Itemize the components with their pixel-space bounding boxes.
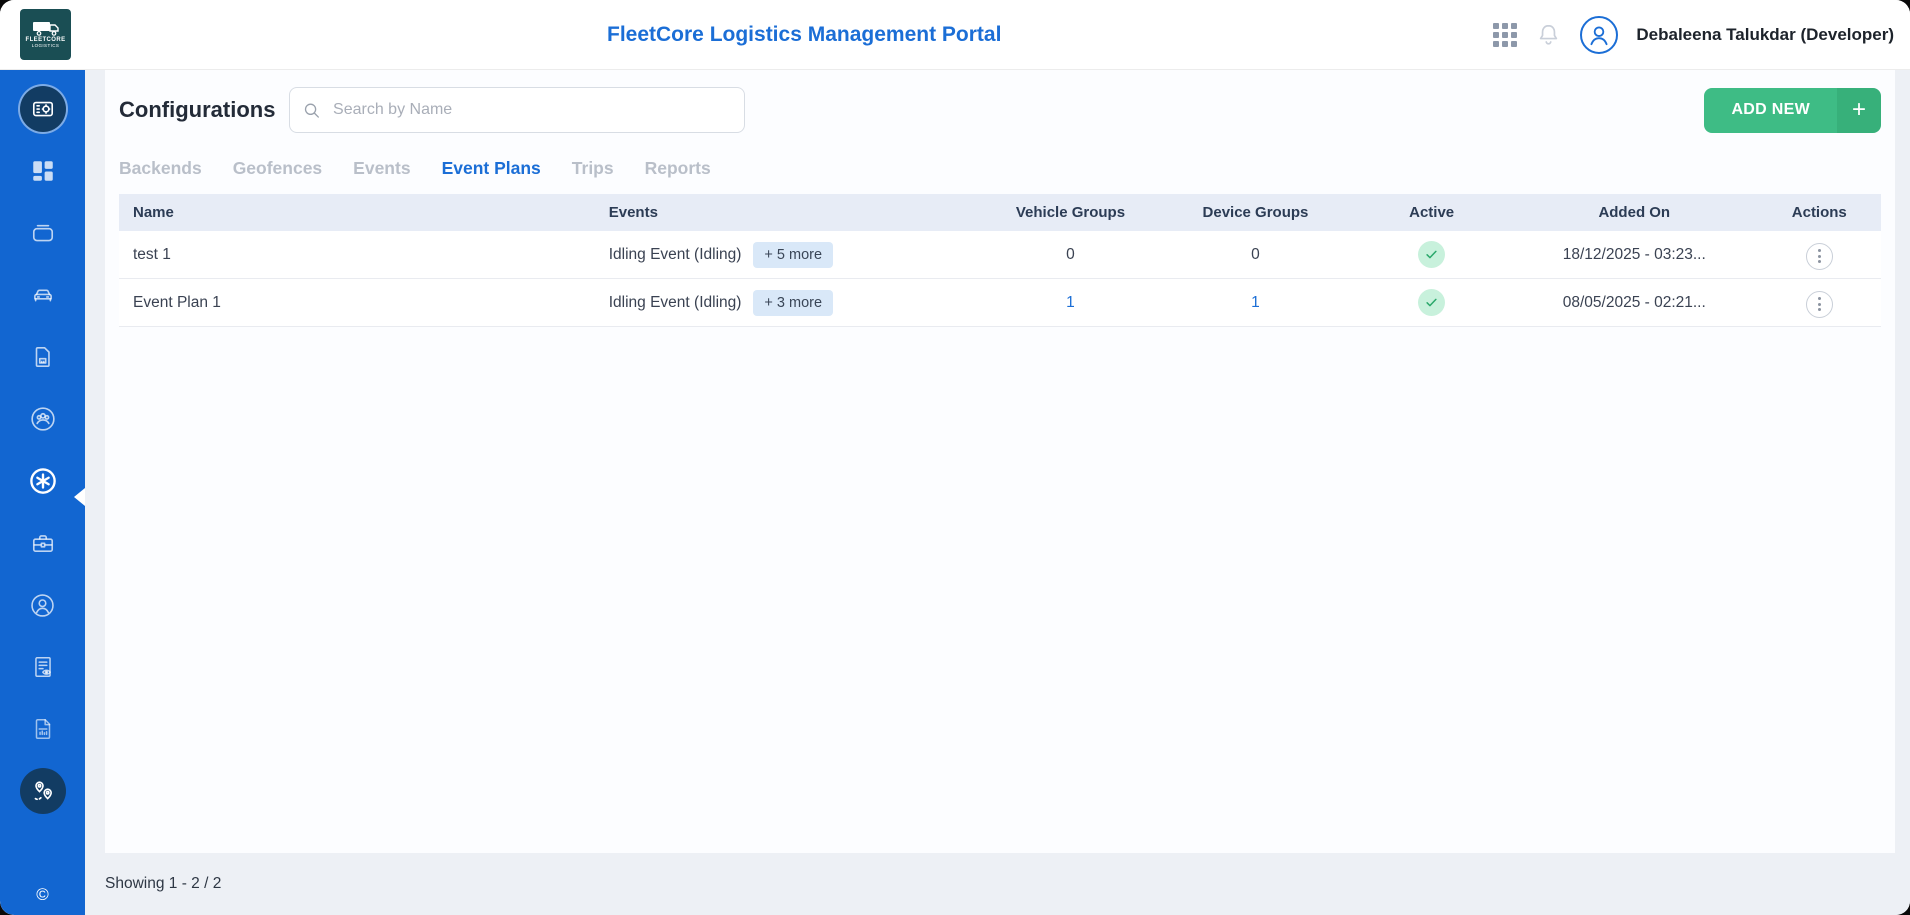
trips-pins-icon	[20, 768, 66, 814]
sidebar-item-trips[interactable]	[0, 760, 85, 822]
add-new-button[interactable]: ADD NEW +	[1704, 88, 1881, 133]
tab-backends[interactable]: Backends	[119, 158, 202, 179]
device-groups-link[interactable]: 1	[1159, 294, 1353, 312]
account-person-icon	[29, 592, 56, 619]
table-row[interactable]: Event Plan 1 Idling Event (Idling) + 3 m…	[119, 279, 1881, 327]
active-check-icon	[1418, 289, 1445, 316]
user-avatar-icon[interactable]	[1580, 16, 1618, 54]
event-plans-table: Name Events Vehicle Groups Device Groups…	[119, 194, 1881, 327]
row-actions	[1758, 287, 1881, 318]
add-new-label: ADD NEW	[1704, 88, 1837, 133]
sidebar-item-configurations[interactable]	[0, 450, 85, 512]
row-name: test 1	[119, 246, 595, 264]
row-name: Event Plan 1	[119, 294, 595, 312]
document-eye-icon	[30, 654, 56, 680]
device-groups-count: 0	[1159, 246, 1353, 264]
dashboard-icon	[30, 158, 56, 184]
search-input[interactable]	[331, 100, 732, 120]
header-right-cluster: Debaleena Talukdar (Developer)	[1493, 16, 1894, 54]
logo-text-line2: LOGISTICS	[32, 43, 60, 48]
table-header-row: Name Events Vehicle Groups Device Groups…	[119, 194, 1881, 231]
plus-icon: +	[1837, 88, 1881, 133]
active-status	[1352, 241, 1511, 268]
row-events: Idling Event (Idling) + 3 more	[595, 290, 983, 316]
col-header-actions: Actions	[1758, 204, 1881, 221]
col-header-events: Events	[595, 204, 983, 221]
added-on-date: 08/05/2025 - 02:21...	[1511, 294, 1758, 312]
active-status	[1352, 289, 1511, 316]
brand-logo[interactable]: FLEETCORE LOGISTICS	[20, 9, 71, 60]
tab-event-plans[interactable]: Event Plans	[442, 158, 541, 179]
search-icon	[302, 100, 322, 121]
sidebar-item-dashboard[interactable]	[0, 140, 85, 202]
sidebar-item-sim-cards[interactable]	[0, 326, 85, 388]
tab-geofences[interactable]: Geofences	[233, 158, 322, 179]
control-panel-icon	[20, 86, 66, 132]
tab-reports[interactable]: Reports	[645, 158, 711, 179]
page-head-row: Configurations ADD NEW +	[119, 86, 1881, 134]
event-name: Idling Event (Idling)	[609, 246, 742, 264]
vehicle-groups-count: 0	[982, 246, 1158, 264]
col-header-active: Active	[1352, 204, 1511, 221]
col-header-added-on: Added On	[1511, 204, 1758, 221]
report-document-icon	[30, 716, 56, 742]
sidebar-item-control-panel[interactable]	[0, 78, 85, 140]
content-area: Configurations ADD NEW + Backends Geofen…	[85, 70, 1910, 915]
app-window: FLEETCORE LOGISTICS FleetCore Logistics …	[0, 0, 1910, 915]
row-menu-icon[interactable]	[1806, 243, 1833, 270]
sim-card-icon	[30, 344, 56, 370]
added-on-date: 18/12/2025 - 03:23...	[1511, 246, 1758, 264]
sidebar-item-accounts[interactable]	[0, 574, 85, 636]
user-name-menu[interactable]: Debaleena Talukdar (Developer)	[1636, 25, 1894, 45]
event-name: Idling Event (Idling)	[609, 294, 742, 312]
tab-events[interactable]: Events	[353, 158, 410, 179]
tab-trips[interactable]: Trips	[572, 158, 614, 179]
sidebar-item-vehicles[interactable]	[0, 264, 85, 326]
col-header-vehicle-groups: Vehicle Groups	[982, 204, 1158, 221]
col-header-device-groups: Device Groups	[1159, 204, 1353, 221]
configurations-asterisk-icon	[28, 466, 58, 496]
vehicle-groups-link[interactable]: 1	[982, 294, 1158, 312]
copyright-icon: ©	[36, 885, 49, 905]
toolbox-icon	[30, 530, 56, 556]
configurations-card: Configurations ADD NEW + Backends Geofen…	[105, 70, 1895, 853]
groups-icon	[29, 405, 57, 433]
truck-icon	[32, 21, 60, 36]
vehicle-car-icon	[30, 282, 56, 308]
page-header-title: FleetCore Logistics Management Portal	[607, 23, 1001, 47]
sidebar-nav: ©	[0, 70, 85, 915]
sidebar-item-reports[interactable]	[0, 698, 85, 760]
notifications-bell-icon[interactable]	[1535, 21, 1562, 48]
active-check-icon	[1418, 241, 1445, 268]
page-title: Configurations	[119, 97, 275, 123]
active-item-marker	[74, 488, 85, 506]
top-header: FLEETCORE LOGISTICS FleetCore Logistics …	[0, 0, 1910, 70]
sidebar-item-toolbox[interactable]	[0, 512, 85, 574]
devices-icon	[30, 220, 56, 246]
row-menu-icon[interactable]	[1806, 291, 1833, 318]
row-actions	[1758, 239, 1881, 270]
col-header-name: Name	[119, 204, 595, 221]
apps-grid-icon[interactable]	[1493, 23, 1517, 47]
more-events-badge[interactable]: + 5 more	[753, 242, 833, 268]
pagination-status: Showing 1 - 2 / 2	[105, 853, 221, 915]
sidebar-item-groups[interactable]	[0, 388, 85, 450]
sidebar-item-devices[interactable]	[0, 202, 85, 264]
tab-bar: Backends Geofences Events Event Plans Tr…	[119, 158, 1881, 179]
sidebar-item-activity-logs[interactable]	[0, 636, 85, 698]
search-box	[289, 87, 745, 133]
row-events: Idling Event (Idling) + 5 more	[595, 242, 983, 268]
more-events-badge[interactable]: + 3 more	[753, 290, 833, 316]
table-row[interactable]: test 1 Idling Event (Idling) + 5 more 0 …	[119, 231, 1881, 279]
